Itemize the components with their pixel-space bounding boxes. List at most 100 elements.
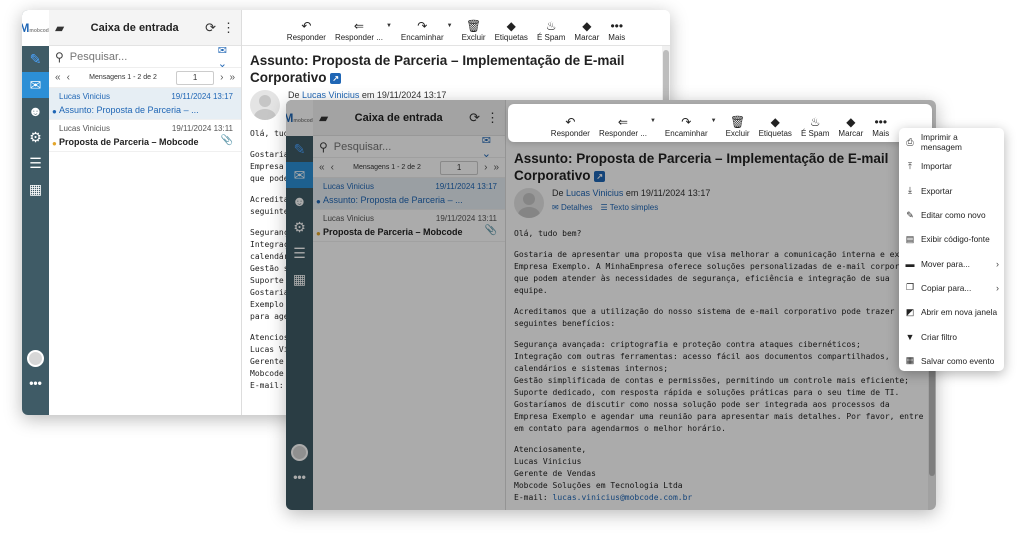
list-item[interactable]: Lucas Vinicius 19/11/2024 13:11 ● Propost… [49, 120, 241, 152]
open-external-icon[interactable]: ↗ [594, 170, 606, 182]
first-page-icon[interactable]: « [319, 162, 325, 173]
message-body: Olá, tudo bem? Gostaria de apresentar um… [514, 229, 924, 502]
reading-pane: Assunto: Proposta de Parceria – Implemen… [506, 100, 936, 510]
menu-item-copy-to[interactable]: ❐ Copiar para... › [899, 276, 1004, 300]
more-button[interactable]: ••• Mais [872, 115, 889, 138]
folder-icon[interactable]: ▰ [55, 21, 64, 35]
menu-item-edit-as-new[interactable]: ✎ Editar como novo [899, 203, 1004, 227]
reply-all-button[interactable]: ⇐ Responder ... [335, 19, 383, 42]
compose-icon[interactable]: ✎ [286, 136, 313, 162]
email-link[interactable]: lucas.vinicius@mobcode.com.br [553, 493, 693, 502]
code-file-icon: ▤ [905, 233, 915, 244]
list-item[interactable]: Lucas Vinicius 19/11/2024 13:11 ● Propost… [313, 210, 505, 242]
menu-item-print[interactable]: ⎙ Imprimir a mensagem [899, 130, 1004, 154]
reply-button[interactable]: ↶ Responder [551, 115, 590, 138]
list-item[interactable]: Lucas Vinicius 19/11/2024 13:17 ● Assunto… [313, 178, 505, 210]
prev-page-icon[interactable]: ‹ [331, 162, 334, 173]
menu-item-move-to[interactable]: ▬ Mover para... › [899, 251, 1004, 275]
tag-icon: ◆ [846, 115, 856, 129]
more-dots-icon: ••• [610, 19, 624, 33]
reply-button[interactable]: ↶ Responder [287, 19, 326, 42]
filter-icon: ▼ [905, 331, 915, 342]
folder-icon[interactable]: ▰ [319, 111, 328, 125]
forward-button[interactable]: ↷ Encaminhar [665, 115, 708, 138]
tag-icon: ◆ [506, 19, 516, 33]
last-page-icon[interactable]: » [493, 162, 499, 173]
print-icon: ⎙ [906, 136, 914, 147]
chevron-down-icon[interactable]: ▼ [386, 23, 392, 29]
first-page-icon[interactable]: « [55, 72, 61, 83]
message-toolbar: ↶ Responder ⇐ Responder ... ▼ ↷ Encaminhar … [242, 10, 670, 46]
chevron-right-icon: › [996, 282, 999, 293]
chevron-down-icon[interactable]: ▼ [447, 23, 453, 29]
mark-button[interactable]: ◆ Marcar [838, 115, 863, 138]
avatar[interactable] [27, 350, 44, 367]
page-number-input[interactable]: 1 [176, 70, 215, 85]
refresh-icon[interactable]: ⟳ [469, 110, 480, 126]
refresh-icon[interactable]: ⟳ [205, 20, 216, 36]
search-options-icon[interactable]: ✉ ⌄ [482, 134, 499, 160]
chevron-down-icon[interactable]: ▼ [711, 118, 717, 124]
sender-link[interactable]: Lucas Vinicius [566, 188, 623, 198]
more-dots-icon[interactable]: ••• [22, 376, 49, 390]
calendar-icon[interactable]: ▦ [22, 176, 49, 202]
menu-item-import[interactable]: ⤒ Importar [899, 154, 1004, 178]
forward-button[interactable]: ↷ Encaminhar [401, 19, 444, 42]
next-page-icon[interactable]: › [220, 72, 223, 83]
settings-icon[interactable]: ⚙ [22, 124, 49, 150]
more-button[interactable]: ••• Mais [608, 19, 625, 42]
spam-button[interactable]: ♨ É Spam [801, 115, 829, 138]
folder-title: Caixa de entrada [354, 111, 443, 124]
next-page-icon[interactable]: › [484, 162, 487, 173]
mail-icon[interactable]: ✉ [286, 162, 313, 188]
sender-link[interactable]: Lucas Vinicius [302, 90, 359, 100]
calendar-icon[interactable]: ▦ [286, 266, 313, 292]
folder-move-icon: ▬ [905, 258, 915, 269]
page-number-input[interactable]: 1 [440, 160, 479, 175]
prev-page-icon[interactable]: ‹ [67, 72, 70, 83]
message-subject: Assunto: Proposta de Parceria – Implemen… [514, 151, 889, 183]
search-input[interactable] [333, 140, 476, 153]
flag-dot-icon: ● [316, 229, 321, 238]
menu-item-view-source[interactable]: ▤ Exibir código-fonte [899, 227, 1004, 251]
nav-rail: Mmobcode ✎ ✉ ☻ ⚙ ☰ ▦ ••• [22, 10, 52, 415]
sender-info: De Lucas Vinicius em 19/11/2024 13:17 ✉ … [506, 184, 936, 218]
delete-button[interactable]: 🗑 Excluir [726, 115, 750, 138]
fire-icon: ♨ [809, 115, 821, 129]
menu-item-save-as-event[interactable]: ▦ Salvar como evento [899, 349, 1004, 373]
reply-all-button[interactable]: ⇐ Responder ... [599, 115, 647, 138]
search-input[interactable] [69, 50, 212, 63]
search-icon: ⚲ [319, 139, 328, 154]
kebab-menu-icon[interactable]: ⋮ [222, 20, 235, 36]
mail-icon[interactable]: ✉ [22, 72, 49, 98]
avatar[interactable] [291, 444, 308, 461]
message-toolbar: ↶ Responder ⇐ Responder ... ▼ ↷ Encaminhar … [508, 104, 932, 142]
menu-item-create-filter[interactable]: ▼ Criar filtro [899, 324, 1004, 348]
menu-item-export[interactable]: ⤓ Exportar [899, 179, 1004, 203]
labels-button[interactable]: ◆ Etiquetas [759, 115, 792, 138]
spam-button[interactable]: ♨ É Spam [537, 19, 565, 42]
plain-text-link[interactable]: ☰ Texto simples [601, 203, 659, 212]
kebab-menu-icon[interactable]: ⋮ [486, 110, 499, 126]
more-dots-icon[interactable]: ••• [286, 470, 313, 484]
open-external-icon[interactable]: ↗ [330, 72, 342, 84]
chevron-down-icon[interactable]: ▼ [650, 118, 656, 124]
delete-button[interactable]: 🗑 Excluir [462, 19, 486, 42]
msg-subject: Proposta de Parceria – Mobcode [59, 137, 199, 147]
last-page-icon[interactable]: » [229, 72, 235, 83]
contacts-icon[interactable]: ☻ [286, 188, 313, 214]
tasks-icon[interactable]: ☰ [286, 240, 313, 266]
unread-dot-icon: ● [52, 107, 57, 116]
compose-icon[interactable]: ✎ [22, 46, 49, 72]
labels-button[interactable]: ◆ Etiquetas [495, 19, 528, 42]
msg-sender: Lucas Vinicius [59, 92, 110, 101]
details-link[interactable]: ✉ Detalhes [552, 203, 593, 212]
contacts-icon[interactable]: ☻ [22, 98, 49, 124]
menu-item-open-new-window[interactable]: ◩ Abrir em nova janela [899, 300, 1004, 324]
tasks-icon[interactable]: ☰ [22, 150, 49, 176]
list-item[interactable]: Lucas Vinicius 19/11/2024 13:17 ● Assunto… [49, 88, 241, 120]
settings-icon[interactable]: ⚙ [286, 214, 313, 240]
search-options-icon[interactable]: ✉ ⌄ [218, 44, 235, 70]
msg-date: 19/11/2024 13:17 [435, 182, 497, 191]
mark-button[interactable]: ◆ Marcar [574, 19, 599, 42]
